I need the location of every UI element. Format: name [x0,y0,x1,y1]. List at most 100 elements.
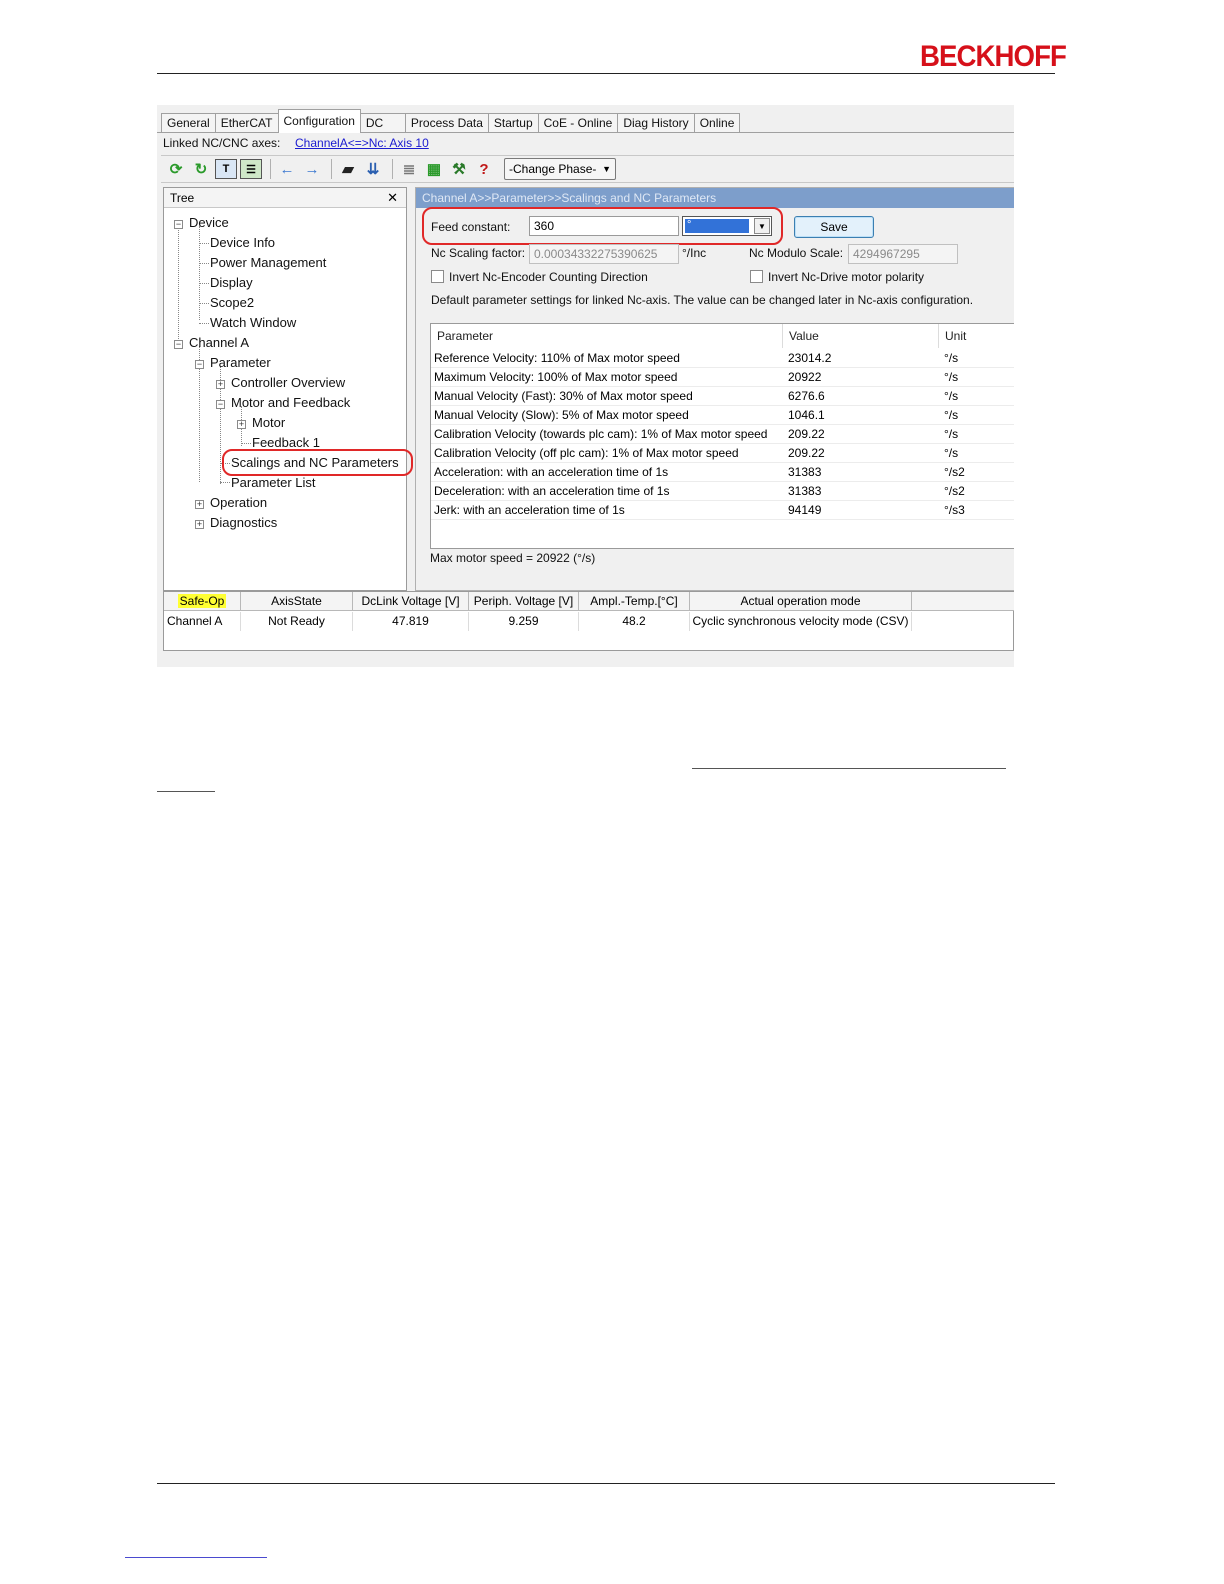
linked-axes-row: Linked NC/CNC axes: ChannelA<=>Nc: Axis … [163,135,429,151]
beckhoff-logo: BECKHOFF [920,40,1067,73]
tab-general[interactable]: General [161,113,216,133]
param-name: Jerk: with an acceleration time of 1s [434,503,625,517]
back-arrow-icon[interactable]: ← [276,158,298,180]
nc-scaling-label: Nc Scaling factor: [431,246,526,260]
collapse-icon[interactable]: − [174,340,183,349]
status-header-state: Safe-Op [164,592,241,611]
tab-startup[interactable]: Startup [487,113,539,133]
invert-drive-checkbox[interactable] [750,270,763,283]
status-header-temp: Ampl.-Temp.[°C] [579,592,690,611]
tree-view-icon[interactable]: T [215,159,237,179]
toolbar-separator [331,159,332,179]
tree-item-parameter[interactable]: Parameter [210,355,271,371]
expand-icon[interactable]: + [195,500,204,509]
status-cell-periph: 9.259 [469,612,579,631]
param-value: 31383 [788,465,822,479]
table-row[interactable]: Manual Velocity (Fast): 30% of Max motor… [431,387,1014,406]
expand-icon[interactable]: + [237,420,246,429]
tree-item-controller-overview[interactable]: Controller Overview [231,375,345,391]
param-name: Calibration Velocity (off plc cam): 1% o… [434,446,739,460]
param-name: Maximum Velocity: 100% of Max motor spee… [434,370,678,384]
tree-connector [241,443,251,444]
export-icon[interactable]: ▦ [423,158,445,180]
status-header-periph: Periph. Voltage [V] [469,592,579,611]
change-phase-dropdown[interactable]: -Change Phase- ▼ [504,158,616,180]
status-header-axisstate: AxisState [241,592,353,611]
tree-connector [220,482,230,483]
refresh-green-icon[interactable]: ⟳ [165,158,187,180]
comment-icon[interactable]: ▰ [337,158,359,180]
help-icon[interactable]: ? [473,158,495,180]
tools-icon[interactable]: ⚒ [448,158,470,180]
forward-arrow-icon[interactable]: → [301,158,323,180]
param-unit: °/s3 [944,503,965,517]
tab-process-data[interactable]: Process Data [404,113,489,133]
table-row[interactable]: Calibration Velocity (off plc cam): 1% o… [431,444,1014,463]
expand-icon[interactable]: + [195,520,204,529]
param-value: 94149 [788,503,822,517]
parameter-table: Parameter Value Unit Reference Velocity:… [430,323,1014,549]
tree-connector [199,243,209,244]
tab-ethercat[interactable]: EtherCAT [214,113,279,133]
panel-breadcrumb: Channel A>>Parameter>>Scalings and NC Pa… [416,188,1014,208]
table-row[interactable]: Acceleration: with an acceleration time … [431,463,1014,482]
table-row[interactable]: Maximum Velocity: 100% of Max motor spee… [431,368,1014,387]
tree-item-diagnostics[interactable]: Diagnostics [210,515,277,531]
tab-bar: General EtherCAT Configuration DC Proces… [161,109,741,133]
tree-item-motor-and-feedback[interactable]: Motor and Feedback [231,395,350,411]
tree-connector [178,226,179,341]
grid-view-icon[interactable]: ☰ [240,159,262,179]
header-rule [157,73,1055,74]
change-phase-label: -Change Phase- [509,162,597,176]
table-row[interactable]: Manual Velocity (Slow): 5% of Max motor … [431,406,1014,425]
linked-axis-link[interactable]: ChannelA<=>Nc: Axis 10 [295,135,429,151]
tree-item-device-info[interactable]: Device Info [210,235,275,251]
nc-modulo-label: Nc Modulo Scale: [749,246,844,260]
param-unit: °/s [944,351,959,365]
tree-item-scope2[interactable]: Scope2 [210,295,254,311]
table-row[interactable]: Jerk: with an acceleration time of 1s 94… [431,501,1014,520]
tab-coe-online[interactable]: CoE - Online [537,113,619,133]
tree-item-operation[interactable]: Operation [210,495,267,511]
tree-item-parameter-list[interactable]: Parameter List [231,475,316,491]
text-link-underline [157,791,215,792]
tree-item-watch-window[interactable]: Watch Window [210,315,296,331]
expand-icon[interactable]: + [216,380,225,389]
download-icon[interactable]: ⇊ [362,158,384,180]
collapse-icon[interactable]: − [195,360,204,369]
param-name: Acceleration: with an acceleration time … [434,465,669,479]
list-icon[interactable]: ≣ [398,158,420,180]
chevron-down-icon: ▼ [602,164,611,174]
status-cell-temp: 48.2 [579,612,690,631]
param-name: Deceleration: with an acceleration time … [434,484,670,498]
twincat-config-window: General EtherCAT Configuration DC Proces… [157,105,1014,667]
refresh-alt-icon[interactable]: ↻ [190,158,212,180]
max-speed-note: Max motor speed = 20922 (°/s) [430,551,596,565]
tab-diag-history[interactable]: Diag History [617,113,695,133]
tab-online[interactable]: Online [693,113,741,133]
status-cell-dclink: 47.819 [353,612,469,631]
save-button[interactable]: Save [794,216,874,238]
tree-item-motor[interactable]: Motor [252,415,285,431]
invert-encoder-checkbox[interactable] [431,270,444,283]
toolbar-separator [392,159,393,179]
param-unit: °/s2 [944,465,965,479]
table-row[interactable]: Deceleration: with an acceleration time … [431,482,1014,501]
tab-dc[interactable]: DC [359,113,406,133]
param-value: 209.22 [788,427,825,441]
nc-scaling-field: 0.00034332275390625 [529,244,679,264]
safe-op-badge: Safe-Op [177,594,227,608]
collapse-icon[interactable]: − [174,220,183,229]
table-row[interactable]: Reference Velocity: 110% of Max motor sp… [431,349,1014,368]
tree-item-display[interactable]: Display [210,275,253,291]
tree-item-channel-a[interactable]: Channel A [189,335,249,351]
param-name: Manual Velocity (Fast): 30% of Max motor… [434,389,693,403]
tab-configuration[interactable]: Configuration [277,109,361,133]
param-name: Manual Velocity (Slow): 5% of Max motor … [434,408,689,422]
table-row[interactable]: Calibration Velocity (towards plc cam): … [431,425,1014,444]
close-icon[interactable]: ✕ [387,188,398,208]
tree-item-power-management[interactable]: Power Management [210,255,326,271]
tree-item-device[interactable]: Device [189,215,229,231]
highlight-ring [422,207,783,245]
collapse-icon[interactable]: − [216,400,225,409]
